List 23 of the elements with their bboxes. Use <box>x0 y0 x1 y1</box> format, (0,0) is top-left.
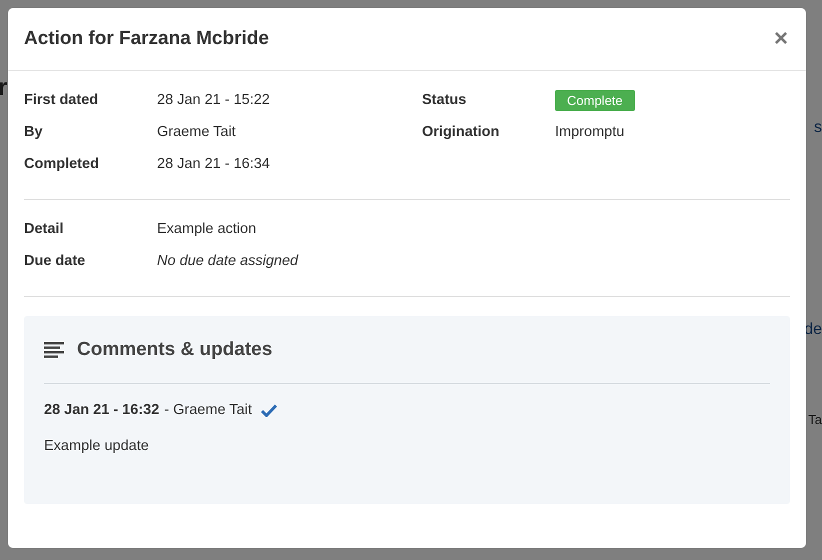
comment-text: Example update <box>44 438 150 454</box>
background-text: s <box>814 118 822 138</box>
status-badge: Complete <box>555 90 635 111</box>
field-label: Origination <box>422 123 500 142</box>
field-label: Completed <box>24 155 100 174</box>
field-label: Detail <box>24 220 64 239</box>
field-value: No due date assigned <box>157 252 300 271</box>
close-button[interactable]: × <box>772 27 790 51</box>
section-title: Comments & updates <box>77 339 272 361</box>
field-label: By <box>24 123 44 142</box>
field-value: Graeme Tait <box>157 123 237 142</box>
background-text: Ta <box>808 412 822 428</box>
field-label: Status <box>422 91 468 110</box>
comment-date: 28 Jan 21 - 16:32 <box>44 402 160 418</box>
field-label: Due date <box>24 252 86 271</box>
field-value: Example action <box>157 220 258 239</box>
text-lines-icon <box>44 342 64 358</box>
field-value: 28 Jan 21 - 15:22 <box>157 91 271 110</box>
field-value: 28 Jan 21 - 16:34 <box>157 155 271 174</box>
comment-author: - Graeme Tait <box>164 402 252 418</box>
field-value: Impromptu <box>555 123 626 142</box>
dialog-title: Action for Farzana Mcbride <box>24 28 269 50</box>
field-label: First dated <box>24 91 100 110</box>
